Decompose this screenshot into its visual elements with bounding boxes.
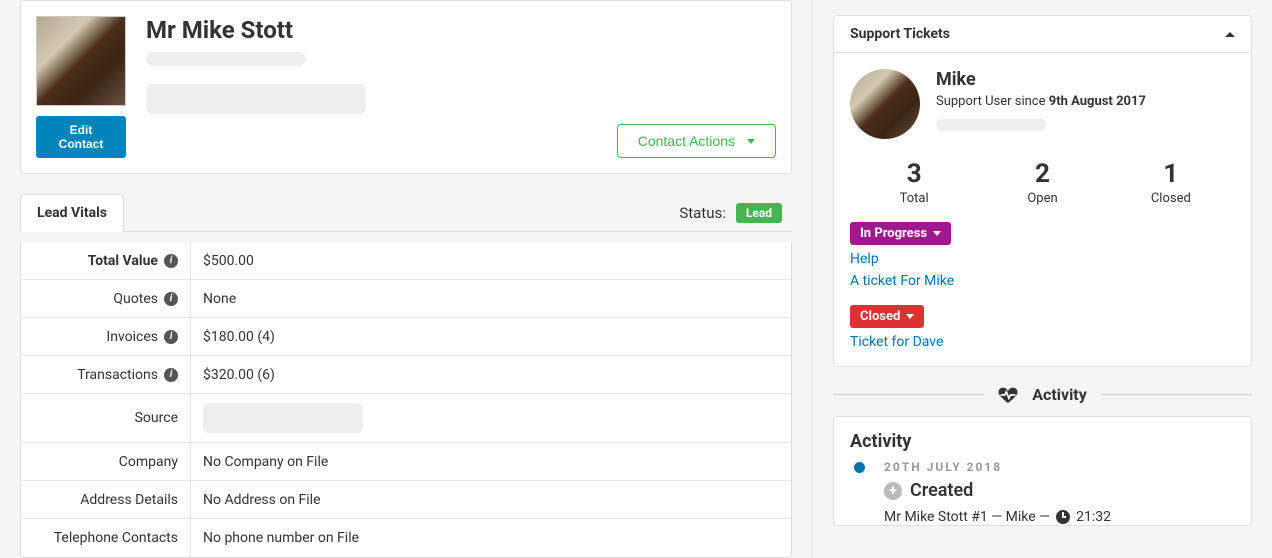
stat-num: 1 xyxy=(1107,159,1235,189)
info-icon[interactable]: i xyxy=(164,292,178,306)
contact-left: Edit Contact xyxy=(36,16,126,158)
closed-badge[interactable]: Closed xyxy=(850,305,924,328)
ticket-link[interactable]: Help xyxy=(850,251,1235,267)
status-label: Status: xyxy=(679,204,726,222)
heartbeat-icon xyxy=(998,386,1018,404)
info-icon[interactable]: i xyxy=(164,368,178,382)
activity-divider-label: Activity xyxy=(1032,385,1087,404)
vitals-row-address: Address Details No Address on File xyxy=(21,481,791,519)
contact-actions-button[interactable]: Contact Actions xyxy=(617,124,776,158)
plus-circle-icon: + xyxy=(884,482,902,500)
activity-created-label: Created xyxy=(910,480,973,501)
vitals-value xyxy=(191,394,791,442)
vitals-value: No Company on File xyxy=(191,443,791,480)
ticket-link[interactable]: A ticket For Mike xyxy=(850,273,1235,289)
vitals-row-source: Source xyxy=(21,394,791,443)
vitals-value: None xyxy=(191,280,791,317)
support-tickets-title: Support Tickets xyxy=(850,26,950,42)
ticket-stats: 3 Total 2 Open 1 Closed xyxy=(850,159,1235,206)
stat-open: 2 Open xyxy=(978,159,1106,206)
vitals-value: $500.00 xyxy=(191,242,791,279)
vitals-label: Invoicesi xyxy=(21,318,191,355)
support-user-since: Support User since 9th August 2017 xyxy=(936,94,1146,109)
caret-down-icon xyxy=(933,231,941,236)
vitals-value: No phone number on File xyxy=(191,519,791,557)
status-area: Status: Lead xyxy=(679,203,792,223)
vitals-label: Total Valuei xyxy=(21,242,191,279)
stat-total: 3 Total xyxy=(850,159,978,206)
in-progress-badge[interactable]: In Progress xyxy=(850,222,951,245)
activity-panel: Activity 20TH JULY 2018 + Created Mr Mik… xyxy=(833,416,1252,526)
contact-main: Mr Mike Stott xyxy=(146,16,597,158)
ticket-link[interactable]: Ticket for Dave xyxy=(850,334,1235,350)
vitals-label: Telephone Contacts xyxy=(21,519,191,557)
vitals-row-total-value: Total Valuei $500.00 xyxy=(21,242,791,280)
source-placeholder[interactable] xyxy=(203,403,363,433)
stat-label: Open xyxy=(978,191,1106,206)
caret-up-icon xyxy=(1225,32,1235,37)
activity-line: Mr Mike Stott #1 — Mike — 21:32 xyxy=(850,509,1235,525)
placeholder-pill xyxy=(146,52,306,66)
support-tickets-header[interactable]: Support Tickets xyxy=(834,16,1251,53)
info-icon[interactable]: i xyxy=(164,330,178,344)
vitals-value: No Address on File xyxy=(191,481,791,518)
contact-avatar xyxy=(36,16,126,106)
closed-section: Closed Ticket for Dave xyxy=(850,305,1235,350)
support-avatar xyxy=(850,69,920,139)
clock-icon xyxy=(1056,510,1070,524)
caret-down-icon xyxy=(747,139,755,144)
support-tickets-panel: Support Tickets Mike Support User since … xyxy=(833,15,1252,367)
vitals-label: Address Details xyxy=(21,481,191,518)
stat-num: 2 xyxy=(978,159,1106,189)
in-progress-section: In Progress Help A ticket For Mike xyxy=(850,222,1235,289)
vitals-row-company: Company No Company on File xyxy=(21,443,791,481)
vitals-label: Transactionsi xyxy=(21,356,191,393)
timeline-dot-icon xyxy=(854,462,865,473)
vitals-row-telephone: Telephone Contacts No phone number on Fi… xyxy=(21,519,791,557)
vitals-value: $320.00 (6) xyxy=(191,356,791,393)
vitals-value: $180.00 (4) xyxy=(191,318,791,355)
support-user-name: Mike xyxy=(936,69,1146,90)
stat-num: 3 xyxy=(850,159,978,189)
contact-header-card: Edit Contact Mr Mike Stott Contact Actio… xyxy=(20,0,792,174)
placeholder-pill-small xyxy=(936,119,1046,131)
vitals-label: Source xyxy=(21,394,191,442)
vitals-label: Quotesi xyxy=(21,280,191,317)
activity-title: Activity xyxy=(850,431,1235,452)
stat-closed: 1 Closed xyxy=(1107,159,1235,206)
activity-divider: Activity xyxy=(833,385,1252,404)
vitals-row-invoices: Invoicesi $180.00 (4) xyxy=(21,318,791,356)
status-badge: Lead xyxy=(736,203,782,223)
support-user: Mike Support User since 9th August 2017 xyxy=(850,69,1235,139)
stat-label: Closed xyxy=(1107,191,1235,206)
vitals-label: Company xyxy=(21,443,191,480)
stat-label: Total xyxy=(850,191,978,206)
vitals-row-transactions: Transactionsi $320.00 (6) xyxy=(21,356,791,394)
contact-name: Mr Mike Stott xyxy=(146,16,597,44)
activity-created-row: + Created xyxy=(850,480,1235,501)
tab-lead-vitals[interactable]: Lead Vitals xyxy=(20,194,124,232)
tabs-row: Lead Vitals Status: Lead xyxy=(20,194,792,232)
vitals-row-quotes: Quotesi None xyxy=(21,280,791,318)
placeholder-block xyxy=(146,84,366,114)
info-icon[interactable]: i xyxy=(164,254,178,268)
vitals-table: Total Valuei $500.00 Quotesi None Invoic… xyxy=(20,242,792,558)
caret-down-icon xyxy=(906,314,914,319)
edit-contact-button[interactable]: Edit Contact xyxy=(36,116,126,158)
contact-right: Contact Actions xyxy=(617,16,776,158)
timeline-date: 20TH JULY 2018 xyxy=(850,460,1235,474)
contact-actions-label: Contact Actions xyxy=(638,133,735,149)
support-panel-body: Mike Support User since 9th August 2017 … xyxy=(834,53,1251,366)
